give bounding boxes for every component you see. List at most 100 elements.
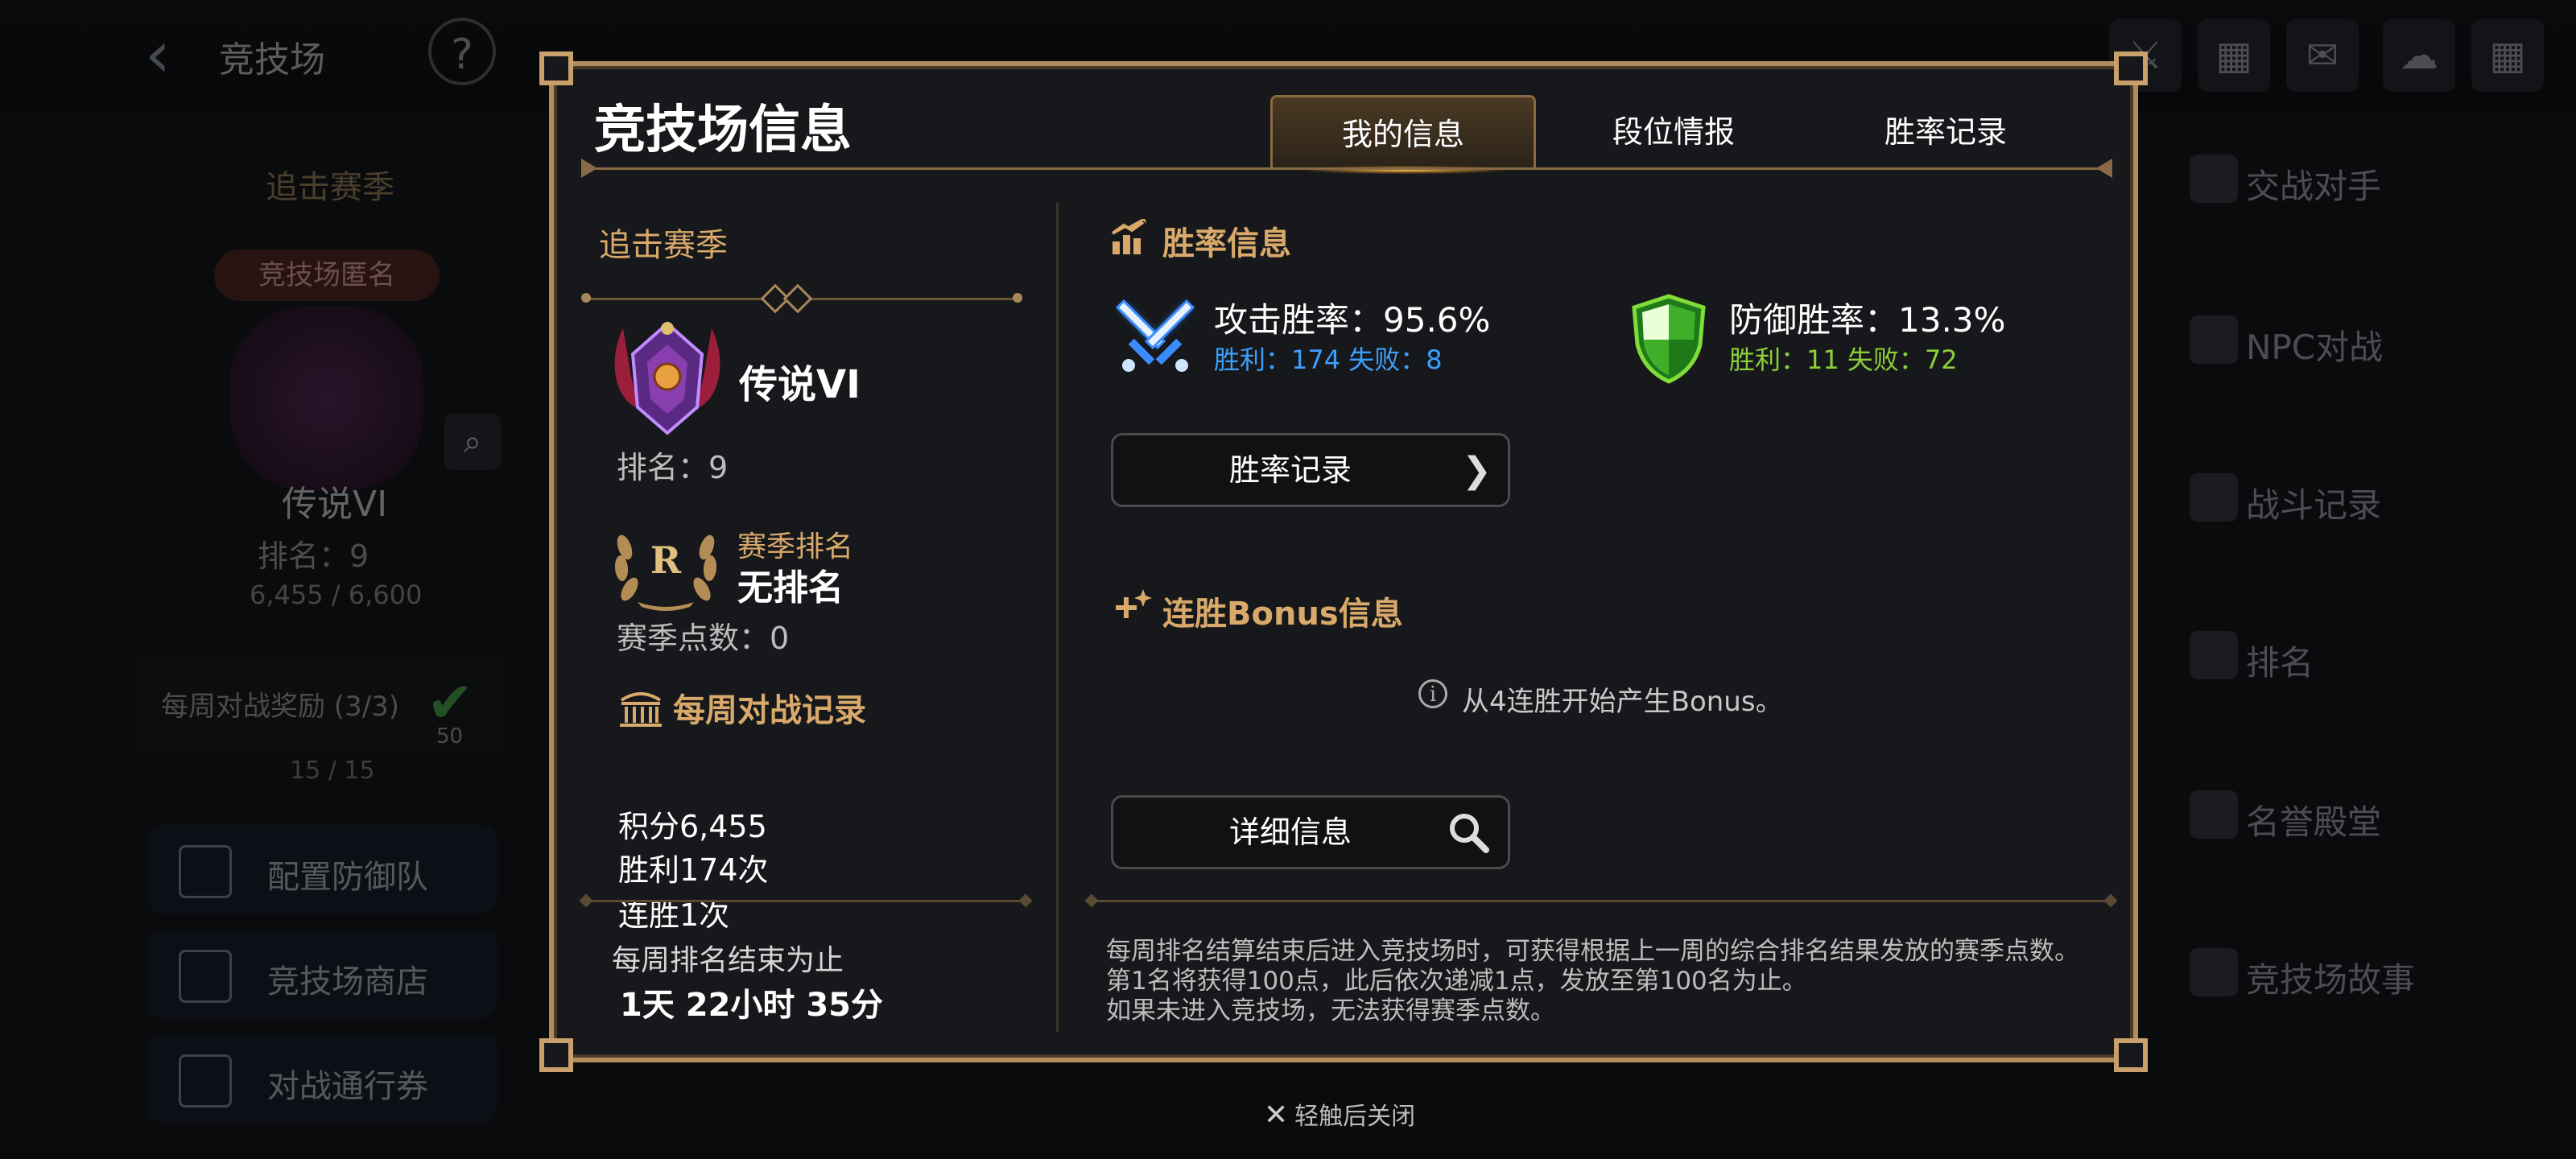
winrate-record-label: 胜率记录: [1228, 452, 1352, 488]
swords-icon: [2190, 155, 2238, 203]
arena-right-menu: 交战对手 NPC对战 战斗记录 排名 名誉殿堂 竞技场故事: [2165, 137, 2576, 1022]
frame-corner: [2114, 1038, 2148, 1072]
log-icon: [2190, 473, 2238, 522]
colosseum-icon: [620, 692, 662, 727]
season-label: 追击赛季: [266, 169, 394, 206]
chat-icon[interactable]: ☁: [2383, 19, 2455, 92]
menu-label: 交战对手: [2246, 167, 2382, 206]
scale-icon: [179, 950, 232, 1003]
menu-label: 战斗记录: [2246, 485, 2382, 525]
frame-corner: [539, 1038, 573, 1072]
menu-label: 名誉殿堂: [2246, 802, 2382, 842]
ornament-diamond: [782, 283, 813, 314]
season-points: 赛季点数：0: [617, 621, 790, 656]
detail-info-label: 详细信息: [1228, 815, 1352, 850]
defense-winrate: 防御胜率：13.3%: [1729, 300, 2006, 340]
tap-to-close[interactable]: ✕ 轻触后关闭: [1264, 1096, 1415, 1132]
defense-shield-icon: [1632, 294, 1706, 384]
tab-my-info[interactable]: 我的信息: [1270, 95, 1536, 174]
scroll-icon: [2190, 948, 2238, 996]
arena-shop-label: 竞技场商店: [267, 963, 428, 1000]
legend-tier-emblem-icon: [614, 321, 720, 435]
detail-info-button[interactable]: 详细信息: [1111, 795, 1510, 869]
sparkle-plus-icon: [1116, 589, 1152, 618]
battle-pass-button[interactable]: 对战通行券: [147, 1034, 497, 1123]
menu-arena-story[interactable]: 竞技场故事: [2165, 930, 2568, 1019]
season-name: 追击赛季: [599, 227, 728, 264]
frame-corner: [2114, 52, 2148, 85]
menu-label: 排名: [2246, 643, 2314, 683]
trophy-icon: [2190, 631, 2238, 679]
mail-icon[interactable]: ✉: [2286, 19, 2359, 92]
defense-team-label: 配置防御队: [267, 859, 428, 896]
tab-label: 胜率记录: [1884, 114, 2007, 150]
screen-title: 竞技场: [219, 39, 325, 80]
ornament-dot: [581, 293, 591, 303]
chart-up-icon: [1111, 219, 1146, 254]
winrate-record-button[interactable]: 胜率记录 ❯: [1111, 433, 1510, 507]
npc-icon: [2190, 316, 2238, 364]
svg-text:R: R: [650, 538, 682, 582]
week-end-label: 每周排名结束为止: [612, 944, 844, 977]
ornament-divider: [1092, 900, 2111, 902]
laurel-icon: [2190, 790, 2238, 839]
reward-badge: 50: [436, 724, 464, 749]
weekly-streak: 连胜1次: [618, 897, 730, 933]
tab-tier-info[interactable]: 段位情报: [1541, 95, 1806, 169]
ornament-divider: [586, 900, 1026, 902]
help-button[interactable]: ?: [428, 18, 496, 85]
column-divider: [1056, 203, 1059, 1032]
tier-emblem-icon: [230, 306, 423, 491]
menu-grid-icon[interactable]: ▦: [2471, 19, 2544, 92]
attack-record: 胜利：174 失败：8: [1214, 344, 1443, 375]
arena-shop-button[interactable]: 竞技场商店: [147, 930, 497, 1018]
anonymous-tag[interactable]: 竞技场匿名: [214, 250, 440, 301]
title-divider: [581, 159, 2112, 178]
chevron-right-icon: ❯: [1462, 450, 1492, 491]
menu-label: 竞技场故事: [2246, 960, 2416, 1000]
ornament-dot: [1013, 293, 1022, 303]
info-icon: i: [1418, 679, 1447, 708]
attack-swords-icon: [1115, 299, 1195, 372]
shield-icon: [179, 845, 232, 898]
battle-pass-label: 对战通行券: [267, 1068, 428, 1105]
arena-left-panel: 追击赛季 竞技场匿名 ⌕ 传说VI 排名：9 6,455 / 6,600 每周对…: [137, 137, 507, 1123]
tab-label: 段位情报: [1612, 114, 1735, 150]
menu-npc-battle[interactable]: NPC对战: [2165, 298, 2568, 386]
season-points-note: 每周排名结算结束后进入竞技场时，可获得根据上一周的综合排名结果发放的赛季点数。第…: [1106, 937, 2079, 1025]
attack-winrate: 攻击胜率：95.6%: [1214, 300, 1491, 340]
weekly-reward[interactable]: 每周对战奖励 (3/3) ✔ 50: [137, 660, 507, 749]
laurel-r-icon: R: [614, 534, 717, 611]
streak-bonus-info: 从4连胜开始产生Bonus。: [1462, 686, 1783, 718]
menu-ranking[interactable]: 排名: [2165, 613, 2568, 702]
weekly-score: 积分6,455: [618, 809, 767, 844]
rank-label: 排名：9: [617, 450, 729, 485]
weekly-wins: 胜利174次: [618, 852, 769, 888]
week-end-countdown: 1天 22小时 35分: [620, 987, 884, 1024]
free-shop-icon[interactable]: ▦: [2198, 19, 2270, 92]
ticket-icon: [179, 1054, 232, 1107]
points-label: 6,455 / 6,600: [250, 580, 423, 610]
frame-corner: [539, 52, 573, 85]
menu-opponents[interactable]: 交战对手: [2165, 137, 2568, 225]
search-icon[interactable]: ⌕: [444, 414, 501, 470]
menu-battle-log[interactable]: 战斗记录: [2165, 456, 2568, 544]
close-icon: ✕: [1264, 1099, 1289, 1132]
streak-bonus-title: 连胜Bonus信息: [1162, 596, 1403, 633]
close-hint-label: 轻触后关闭: [1294, 1103, 1416, 1131]
menu-hall-of-fame[interactable]: 名誉殿堂: [2165, 773, 2568, 861]
back-icon[interactable]: ‹: [145, 23, 201, 87]
tier-name: 传说VI: [739, 362, 861, 407]
season-rank-value: 无排名: [737, 567, 844, 608]
weekly-reward-label: 每周对战奖励 (3/3): [161, 691, 400, 723]
defense-team-button[interactable]: 配置防御队: [147, 825, 497, 914]
reward-progress: 15 / 15: [290, 757, 375, 785]
winrate-title: 胜率信息: [1162, 225, 1291, 262]
modal-title: 竞技场信息: [594, 101, 852, 160]
tab-label: 我的信息: [1341, 117, 1464, 152]
defense-record: 胜利：11 失败：72: [1729, 344, 1958, 375]
menu-label: NPC对战: [2246, 328, 2384, 367]
weekly-record-title: 每周对战记录: [673, 692, 866, 729]
tab-winrate-record[interactable]: 胜率记录: [1813, 95, 2079, 169]
rank-label: 排名：9: [258, 538, 369, 574]
